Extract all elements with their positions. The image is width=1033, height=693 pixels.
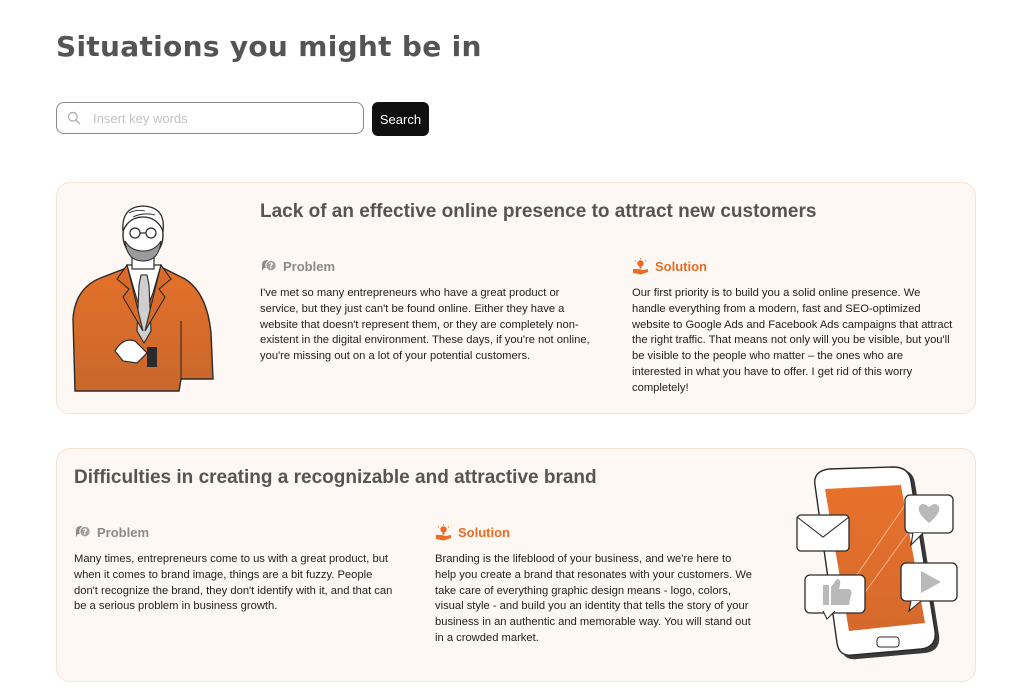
- businessman-illustration: [72, 205, 214, 392]
- problem-label-text: Problem: [283, 258, 336, 274]
- solution-label: Solution: [632, 258, 707, 275]
- solution-label: Solution: [435, 524, 510, 541]
- problem-text: I've met so many entrepreneurs who have …: [260, 287, 590, 363]
- search-icon: [67, 111, 81, 125]
- problem-label-text: Problem: [97, 524, 150, 540]
- page-title: Situations you might be in: [56, 30, 482, 63]
- solution-text: Branding is the lifeblood of your busine…: [435, 553, 752, 644]
- problem-text: Many times, entrepreneurs come to us wit…: [74, 553, 393, 613]
- solution-label-text: Solution: [655, 259, 707, 274]
- card-title: Lack of an effective online presence to …: [260, 201, 817, 222]
- search-field[interactable]: [56, 102, 364, 134]
- svg-text:?: ?: [269, 261, 274, 270]
- problem-label: ? Problem: [260, 258, 335, 274]
- solution-text: Our first priority is to build you a sol…: [632, 287, 953, 394]
- smartphone-social-illustration: [796, 466, 958, 660]
- solution-label-text: Solution: [458, 525, 510, 540]
- speech-question-icon: ?: [262, 259, 277, 272]
- idea-hand-icon: [436, 524, 451, 541]
- search-input[interactable]: [91, 109, 363, 127]
- problem-label: ? Problem: [74, 524, 149, 540]
- svg-text:?: ?: [83, 527, 88, 536]
- speech-question-icon: ?: [76, 525, 91, 538]
- situation-card-online-presence: Lack of an effective online presence to …: [56, 182, 976, 414]
- search-button[interactable]: Search: [372, 102, 429, 136]
- situation-card-brand: Difficulties in creating a recognizable …: [56, 448, 976, 682]
- card-title: Difficulties in creating a recognizable …: [74, 467, 597, 488]
- idea-hand-icon: [633, 258, 648, 275]
